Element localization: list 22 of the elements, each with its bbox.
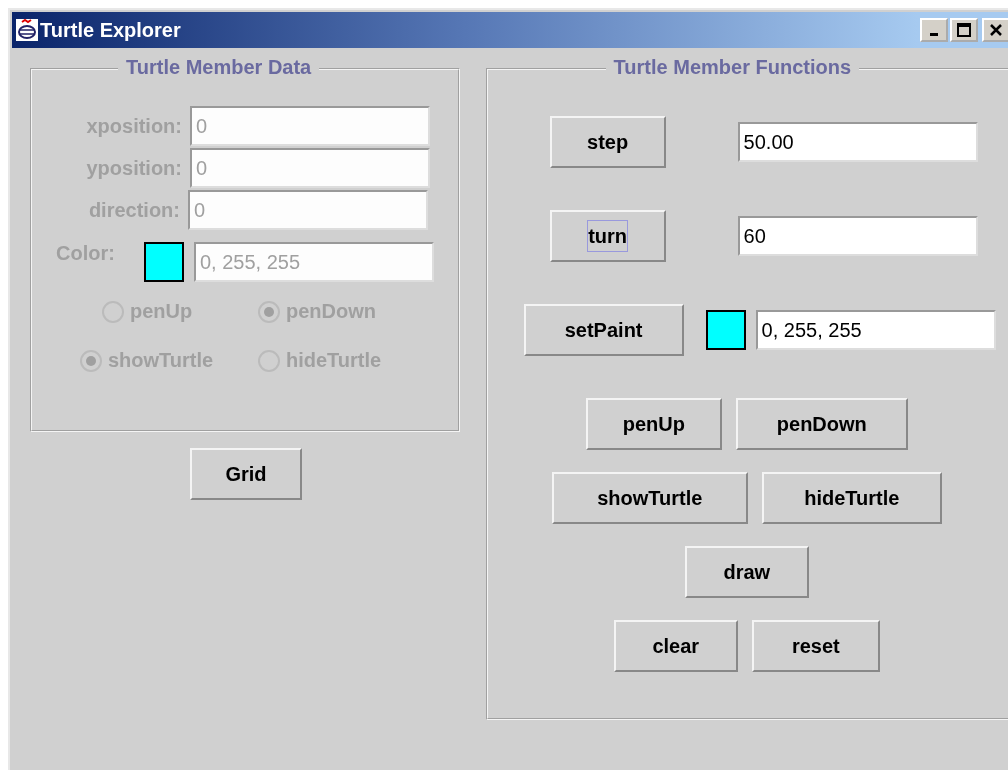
color-field[interactable]: 0, 255, 255 bbox=[755, 310, 996, 350]
window-title: Turtle Explorer bbox=[40, 18, 182, 42]
function-button[interactable]: draw bbox=[684, 546, 809, 598]
maximize-icon bbox=[957, 23, 971, 37]
grid-button[interactable]: Grid bbox=[190, 448, 302, 500]
close-icon bbox=[989, 23, 1003, 37]
maximize-button[interactable] bbox=[950, 18, 978, 42]
function-button[interactable]: hideTurtle bbox=[761, 472, 942, 524]
function-button[interactable]: clear bbox=[613, 620, 738, 672]
function-button[interactable]: penDown bbox=[735, 398, 908, 450]
function-button[interactable]: showTurtle bbox=[551, 472, 748, 524]
minimize-button[interactable] bbox=[920, 18, 948, 42]
app-icon bbox=[16, 19, 38, 41]
number-field[interactable]: 50.00 bbox=[737, 122, 978, 162]
function-button[interactable]: step bbox=[549, 116, 666, 168]
minimize-icon bbox=[930, 33, 938, 36]
close-button[interactable] bbox=[982, 18, 1008, 42]
function-button[interactable]: setPaint bbox=[523, 304, 684, 356]
function-button[interactable]: penUp bbox=[585, 398, 722, 450]
function-button[interactable]: turn bbox=[549, 210, 666, 262]
function-button[interactable]: reset bbox=[751, 620, 880, 672]
number-field[interactable]: 60 bbox=[737, 216, 978, 256]
